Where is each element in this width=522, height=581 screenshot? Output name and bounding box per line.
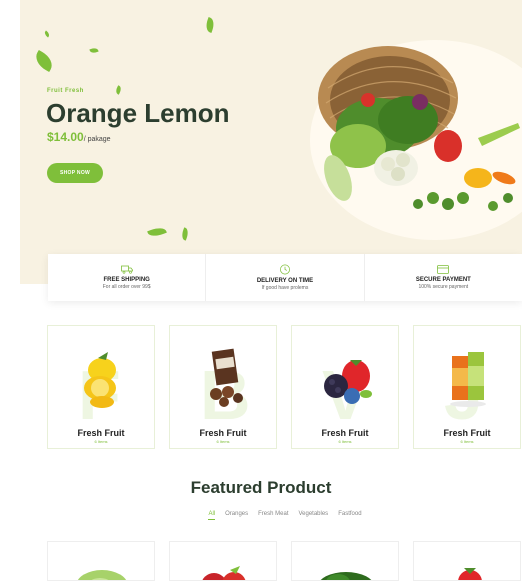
features-bar: FREE SHIPPING For all order over 99$ DEL… [48, 254, 522, 301]
category-count: 6 Items [338, 439, 352, 444]
feature-delivery-on-time: DELIVERY ON TIME If good have prolems [206, 254, 365, 301]
hero-eyebrow: Fruit Fresh [47, 88, 84, 94]
hero-price-unit: / pakage [83, 136, 111, 143]
feature-subtitle: 100% secure payment [418, 284, 469, 290]
juice-image [450, 352, 486, 407]
feature-title: FREE SHIPPING [103, 277, 150, 283]
feature-secure-payment: SECURE PAYMENT 100% secure payment [365, 254, 522, 301]
chocolate-image [210, 348, 243, 407]
shop-now-button[interactable]: SHOP NOW [47, 163, 103, 183]
leaf-decoration [203, 17, 217, 33]
category-count: 6 Items [94, 439, 108, 444]
category-card[interactable]: V Fresh Fruit 6 Items [291, 325, 399, 449]
card-icon [437, 265, 450, 274]
leaf-decoration [114, 85, 123, 95]
filter-tab-fresh-meat[interactable]: Fresh Meat [258, 511, 288, 520]
filter-tab-oranges[interactable]: Oranges [225, 511, 248, 520]
clock-icon [280, 264, 290, 275]
product-card[interactable] [47, 541, 155, 581]
feature-title: DELIVERY ON TIME [256, 278, 314, 284]
product-card[interactable] [291, 541, 399, 581]
truck-icon [120, 265, 133, 274]
vegetable-basket-image [318, 46, 520, 211]
product-card[interactable] [169, 541, 277, 581]
leaf-decoration [180, 227, 190, 241]
leaf-decoration [147, 225, 167, 239]
leaf-decoration [31, 49, 57, 73]
hero-price: $14.00 [47, 130, 84, 144]
product-filter-tabs: All Oranges Fresh Meat Vegetables Fastfo… [0, 511, 522, 520]
filter-tab-vegetables[interactable]: Vegetables [298, 511, 328, 520]
leaf-decoration [43, 30, 51, 38]
category-card[interactable]: J Fresh Fruit 6 Items [413, 325, 521, 449]
berries-image [324, 360, 372, 404]
feature-subtitle: For all order over 99$ [102, 284, 151, 290]
hero-title: Orange Lemon [46, 98, 230, 128]
leaf-decoration [89, 46, 99, 55]
category-title: Fresh Fruit [443, 428, 491, 438]
category-count: 6 Items [460, 439, 474, 444]
category-title: Fresh Fruit [77, 428, 125, 438]
category-card[interactable]: F Fresh Fruit 6 Items [47, 325, 155, 449]
category-card[interactable]: B Fresh Fruit 6 Items [169, 325, 277, 449]
product-card[interactable] [413, 541, 521, 581]
category-title: Fresh Fruit [199, 428, 247, 438]
category-title: Fresh Fruit [321, 428, 369, 438]
feature-free-shipping: FREE SHIPPING For all order over 99$ [48, 254, 207, 301]
featured-product-heading: Featured Product [190, 478, 332, 497]
hero-price-row: $14.00/ pakage [47, 130, 111, 144]
filter-tab-all[interactable]: All [208, 511, 216, 520]
lemon-image [84, 352, 116, 408]
filter-tab-fastfood[interactable]: Fastfood [338, 511, 361, 520]
feature-subtitle: If good have prolems [261, 285, 309, 291]
category-count: 6 Items [216, 439, 230, 444]
feature-title: SECURE PAYMENT [415, 277, 471, 283]
hero-banner: Fruit Fresh Orange Lemon $14.00/ pakage … [20, 0, 522, 284]
